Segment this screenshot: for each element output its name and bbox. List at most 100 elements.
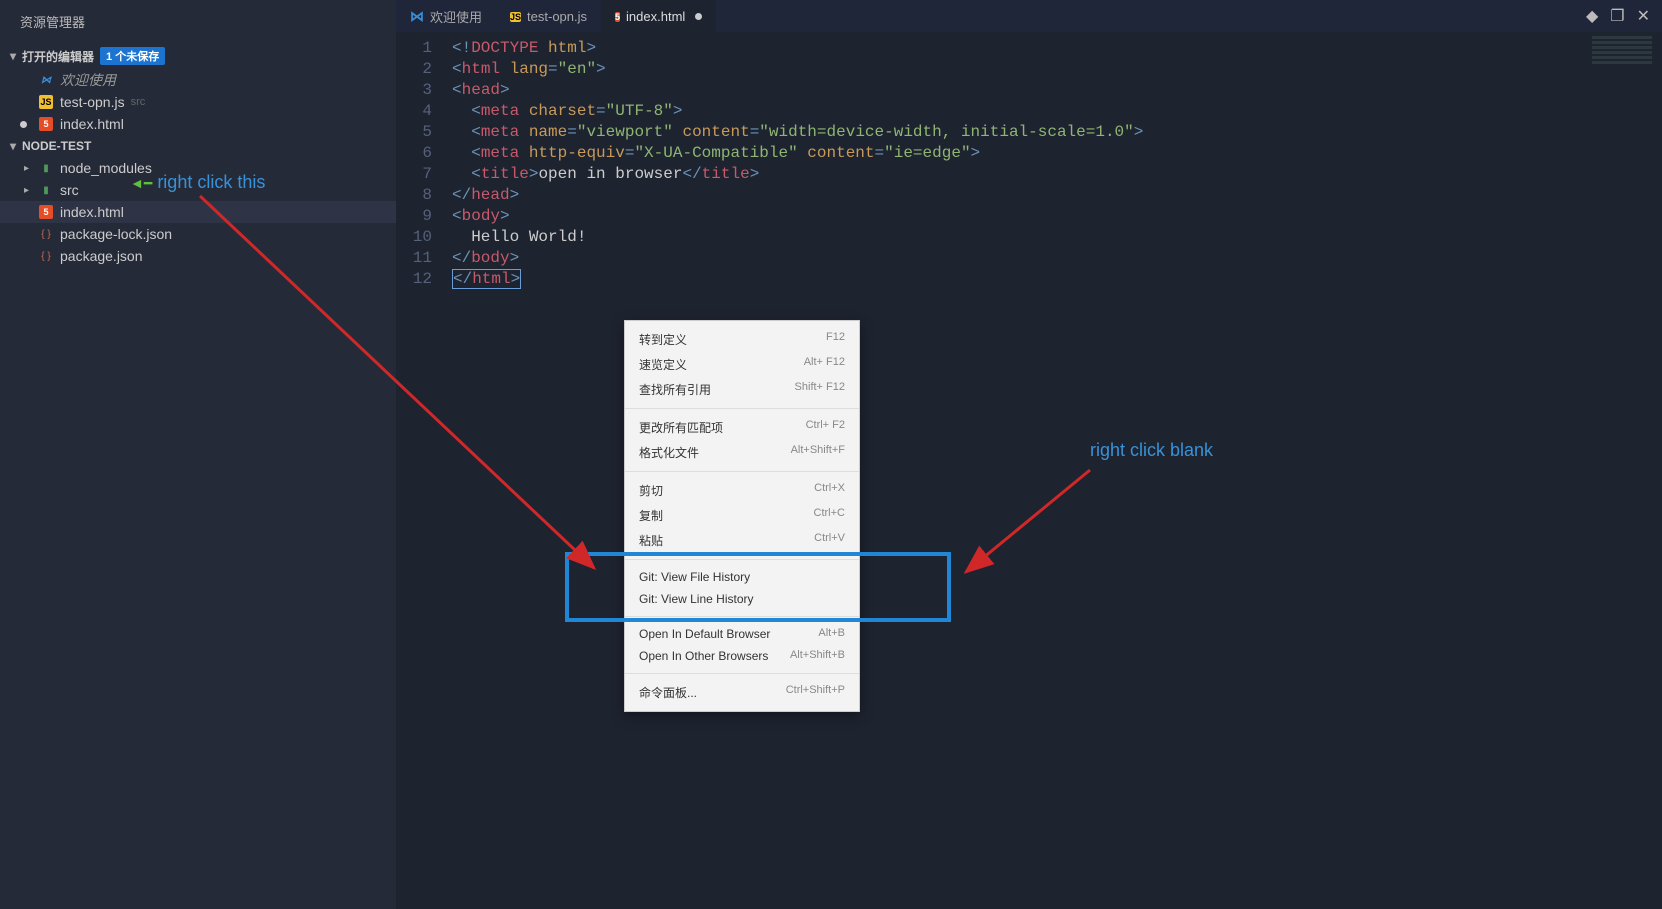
- file-label: package-lock.json: [60, 226, 172, 242]
- html-file-icon: 5: [39, 205, 53, 219]
- tab-label: 欢迎使用: [430, 7, 482, 26]
- context-menu: 转到定义F12 速览定义 Alt+ F12 查找所有引用Shift+ F12 更改所有匹…: [624, 320, 860, 712]
- js-file-icon: JS: [510, 12, 521, 22]
- context-menu-item[interactable]: Open In Other Browsers Alt+Shift+B: [625, 645, 859, 667]
- line-number: 4: [396, 101, 432, 122]
- context-menu-item[interactable]: 复制Ctrl+C: [625, 503, 859, 528]
- menu-item-shortcut: Ctrl+V: [814, 532, 845, 549]
- open-editors-header[interactable]: ▾ 打开的编辑器 1 个未保存: [0, 43, 396, 69]
- project-label: NODE-TEST: [22, 139, 91, 153]
- code-line[interactable]: <html lang="en">: [452, 59, 1662, 80]
- annotation-highlight-box: [565, 552, 951, 622]
- code-line[interactable]: <meta name="viewport" content="width=dev…: [452, 122, 1662, 143]
- sidebar-explorer: 资源管理器 ▾ 打开的编辑器 1 个未保存 ⋈欢迎使用 JS test-opn.js…: [0, 0, 396, 909]
- editor-tab[interactable]: ⋈欢迎使用: [396, 0, 496, 32]
- code-line[interactable]: <meta http-equiv="X-UA-Compatible" conte…: [452, 143, 1662, 164]
- menu-item-label: Open In Other Browsers: [639, 649, 768, 663]
- menu-item-shortcut: F12: [826, 331, 845, 348]
- code-line[interactable]: </head>: [452, 185, 1662, 206]
- file-label: package.json: [60, 248, 143, 264]
- chevron-down-icon: ▾: [10, 49, 22, 63]
- context-menu-item[interactable]: 剪切Ctrl+X: [625, 478, 859, 503]
- tab-label: index.html: [626, 9, 685, 24]
- folder-icon: ▮: [38, 182, 54, 198]
- line-number: 12: [396, 269, 432, 290]
- line-number: 6: [396, 143, 432, 164]
- menu-item-shortcut: Alt+ F12: [804, 356, 845, 373]
- menu-item-shortcut: Ctrl+ F2: [806, 419, 845, 436]
- open-editor-item[interactable]: ⋈欢迎使用: [0, 69, 396, 91]
- menu-item-label: 复制: [639, 507, 663, 524]
- editor-tab[interactable]: 5 index.html: [601, 0, 716, 32]
- code-line[interactable]: <title>open in browser</title>: [452, 164, 1662, 185]
- context-menu-item[interactable]: 转到定义F12: [625, 327, 859, 352]
- menu-item-label: 剪切: [639, 482, 663, 499]
- folder-icon: ▮: [38, 160, 54, 176]
- code-line[interactable]: </body>: [452, 248, 1662, 269]
- menu-item-label: 命令面板...: [639, 684, 697, 701]
- file-label: src: [60, 182, 79, 198]
- file-label: test-opn.js: [60, 94, 125, 110]
- tab-bar: ⋈欢迎使用 JS test-opn.js 5 index.html ◆ ❐ ✕: [396, 0, 1662, 32]
- file-label: index.html: [60, 116, 124, 132]
- explorer-tree-item[interactable]: { } package.json: [0, 245, 396, 267]
- context-menu-item[interactable]: 更改所有匹配项 Ctrl+ F2: [625, 415, 859, 440]
- menu-item-shortcut: Alt+B: [818, 627, 845, 641]
- js-file-icon: JS: [39, 95, 53, 109]
- close-icon[interactable]: ✕: [1637, 6, 1650, 26]
- editor-area: ⋈欢迎使用JStest-opn.js5index.html ◆ ❐ ✕ 1234…: [396, 0, 1662, 909]
- sidebar-title: 资源管理器: [0, 0, 396, 43]
- menu-item-label: 速览定义: [639, 356, 687, 373]
- menu-item-label: 格式化文件: [639, 444, 699, 461]
- titlebar-controls: ◆ ❐ ✕: [1586, 6, 1662, 26]
- context-menu-item[interactable]: 格式化文件Alt+Shift+F: [625, 440, 859, 465]
- context-menu-item[interactable]: 粘贴 Ctrl+V: [625, 528, 859, 553]
- project-header[interactable]: ▾ NODE-TEST: [0, 135, 396, 157]
- code-line[interactable]: <!DOCTYPE html>: [452, 38, 1662, 59]
- open-editor-item[interactable]: 5 index.html: [0, 113, 396, 135]
- dirty-dot-icon: [20, 121, 27, 128]
- annotation-left-label: ◄━ right click this: [130, 172, 265, 193]
- code-editor[interactable]: 123456789101112 <!DOCTYPE html><html lan…: [396, 32, 1662, 296]
- open-editor-item[interactable]: JS test-opn.js src: [0, 91, 396, 113]
- dirty-dot-icon: [695, 13, 702, 20]
- menu-item-shortcut: Alt+Shift+B: [790, 649, 845, 663]
- line-number: 9: [396, 206, 432, 227]
- context-menu-item[interactable]: 速览定义 Alt+ F12: [625, 352, 859, 377]
- html-file-icon: 5: [615, 12, 620, 22]
- menu-item-label: Open In Default Browser: [639, 627, 770, 641]
- line-number: 8: [396, 185, 432, 206]
- chevron-right-icon: ▸: [24, 163, 29, 174]
- file-path-meta: src: [131, 96, 146, 108]
- open-editors-label: 打开的编辑器: [22, 48, 94, 65]
- arrow-left-green-icon: ◄━: [130, 175, 152, 191]
- json-file-icon: { }: [38, 248, 54, 264]
- menu-item-shortcut: Ctrl+Shift+P: [786, 684, 845, 701]
- menu-item-label: 更改所有匹配项: [639, 419, 723, 436]
- code-line[interactable]: Hello World!: [452, 227, 1662, 248]
- line-number: 2: [396, 59, 432, 80]
- code-line[interactable]: </html>: [452, 269, 1662, 290]
- explorer-tree-item[interactable]: { } package-lock.json: [0, 223, 396, 245]
- minimap[interactable]: [1582, 34, 1662, 84]
- explorer-tree-item[interactable]: 5index.html: [0, 201, 396, 223]
- context-menu-item[interactable]: 命令面板... Ctrl+Shift+P: [625, 680, 859, 705]
- line-number: 3: [396, 80, 432, 101]
- editor-tab[interactable]: JS test-opn.js: [496, 0, 601, 32]
- split-icon[interactable]: ❐: [1610, 6, 1624, 26]
- html-file-icon: 5: [39, 117, 53, 131]
- context-menu-item[interactable]: 查找所有引用Shift+ F12: [625, 377, 859, 402]
- tab-label: test-opn.js: [527, 9, 587, 24]
- context-menu-item[interactable]: Open In Default Browser Alt+B: [625, 623, 859, 645]
- menu-item-label: 粘贴: [639, 532, 663, 549]
- annotation-right-label: right click blank: [1090, 440, 1213, 461]
- file-label: 欢迎使用: [60, 70, 116, 90]
- code-line[interactable]: <meta charset="UTF-8">: [452, 101, 1662, 122]
- layout-icon[interactable]: ◆: [1586, 6, 1598, 26]
- line-number: 1: [396, 38, 432, 59]
- code-line[interactable]: <head>: [452, 80, 1662, 101]
- code-line[interactable]: <body>: [452, 206, 1662, 227]
- chevron-right-icon: ▸: [24, 185, 29, 196]
- line-number: 11: [396, 248, 432, 269]
- json-file-icon: { }: [38, 226, 54, 242]
